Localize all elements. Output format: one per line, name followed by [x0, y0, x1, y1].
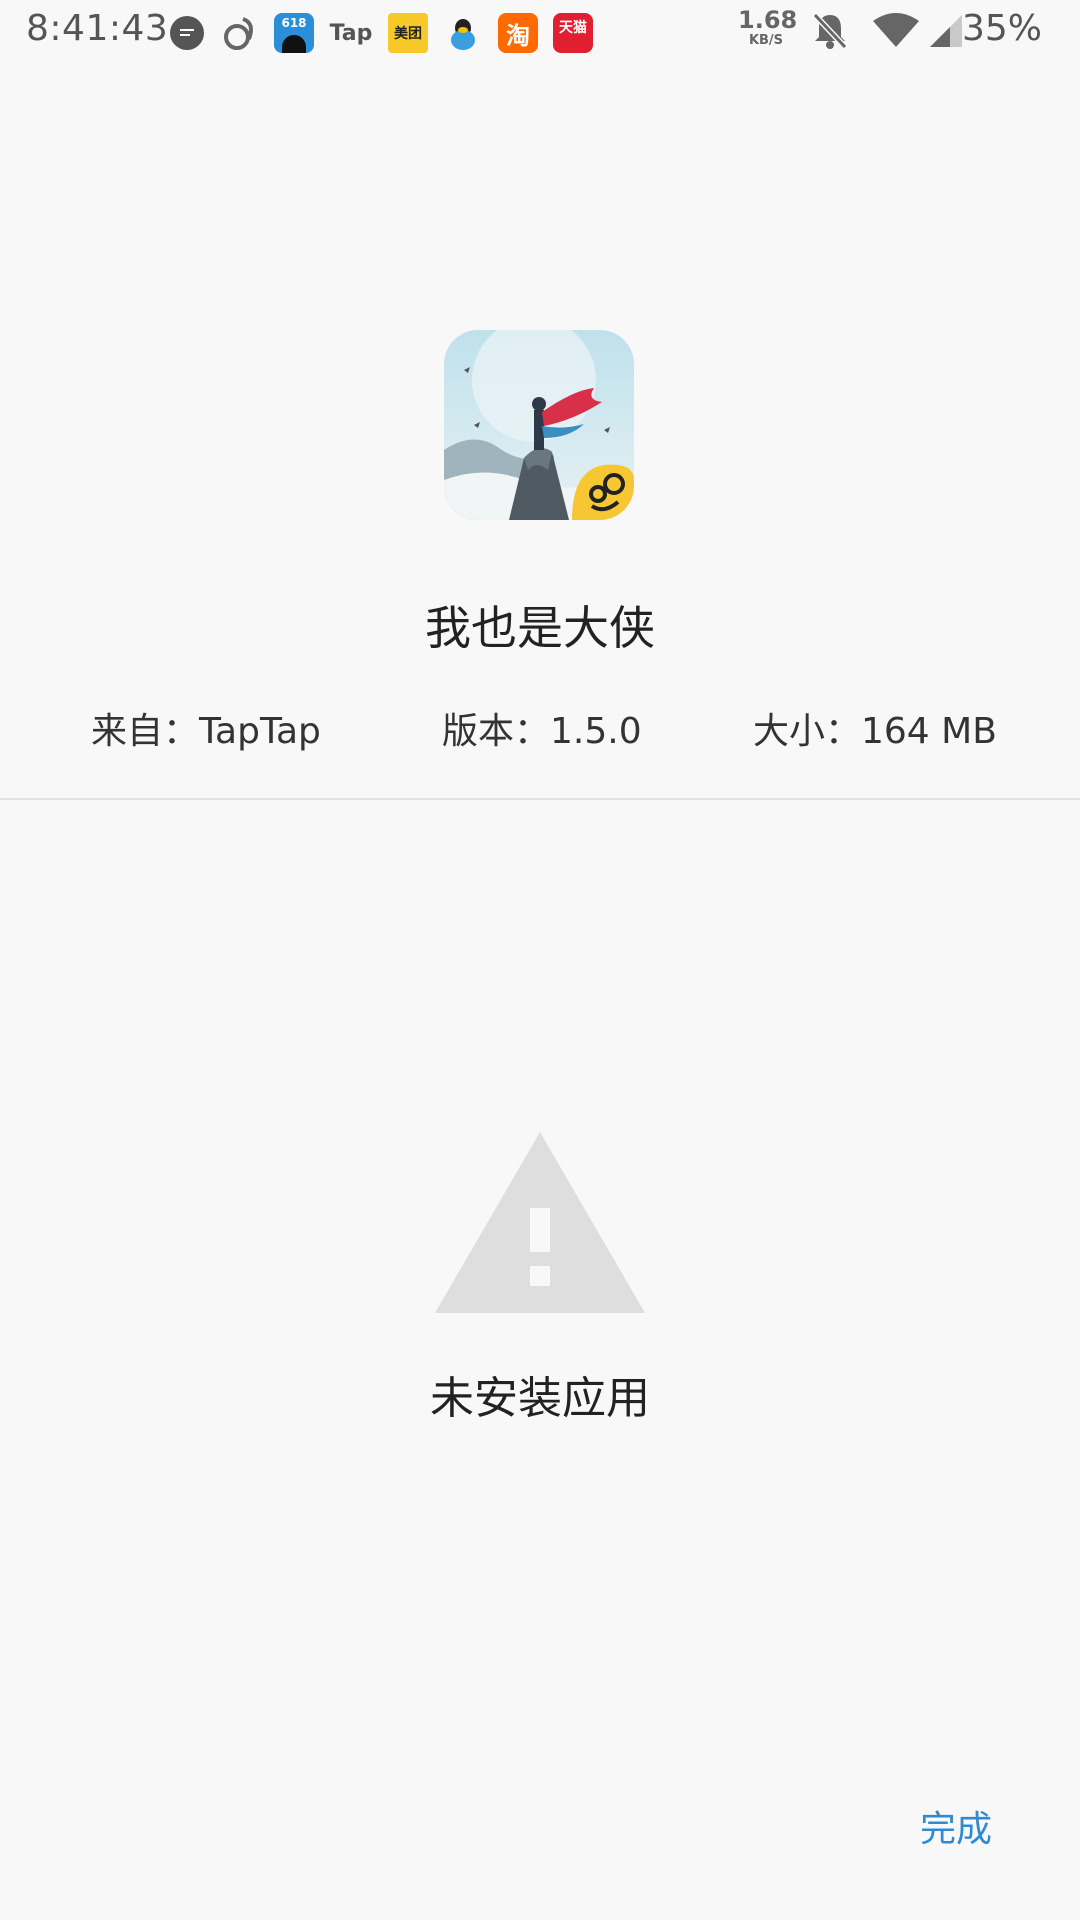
status-bar: 8:41:43 618 Tap 美团 淘 天猫 1.68 KB/S 35% — [0, 0, 1080, 62]
warning-icon — [433, 1130, 647, 1315]
taobao-label: 淘 — [506, 21, 530, 50]
tap-label: Tap — [329, 20, 373, 46]
tap-app-icon: Tap — [329, 13, 373, 53]
notification-icons: 618 Tap 美团 淘 天猫 — [170, 11, 608, 55]
app-source: 来自：TapTap — [91, 711, 321, 752]
618-label: 618 — [281, 16, 307, 30]
app-version: 版本：1.5.0 — [442, 711, 642, 752]
taobao-app-icon: 淘 — [498, 13, 538, 53]
bell-muted-icon — [812, 12, 848, 50]
install-result-message: 未安装应用 — [430, 1373, 650, 1424]
network-speed-unit: KB/S — [748, 33, 784, 48]
tmall-app-icon: 天猫 — [553, 13, 593, 53]
done-button[interactable]: 完成 — [920, 1800, 992, 1852]
status-time: 8:41:43 — [26, 8, 169, 49]
network-speed-value: 1.68 — [738, 6, 798, 34]
618-app-icon: 618 — [274, 13, 314, 53]
chat-bubble-icon — [170, 16, 204, 50]
divider — [0, 798, 1080, 800]
app-icon — [444, 330, 634, 520]
meituan-app-icon: 美团 — [388, 13, 428, 53]
cellular-signal-icon — [928, 13, 964, 49]
meituan-label: 美团 — [394, 26, 422, 42]
network-speed: 1.68 KB/S — [738, 6, 798, 48]
system-icons — [812, 12, 964, 50]
qq-penguin-icon — [443, 13, 483, 53]
squirrel-browser-icon — [219, 13, 259, 53]
wifi-icon — [872, 13, 920, 49]
battery-percentage: 35% — [961, 8, 1042, 49]
app-size: 大小：164 MB — [753, 711, 997, 752]
app-name: 我也是大侠 — [425, 601, 655, 655]
tmall-label: 天猫 — [559, 20, 587, 36]
